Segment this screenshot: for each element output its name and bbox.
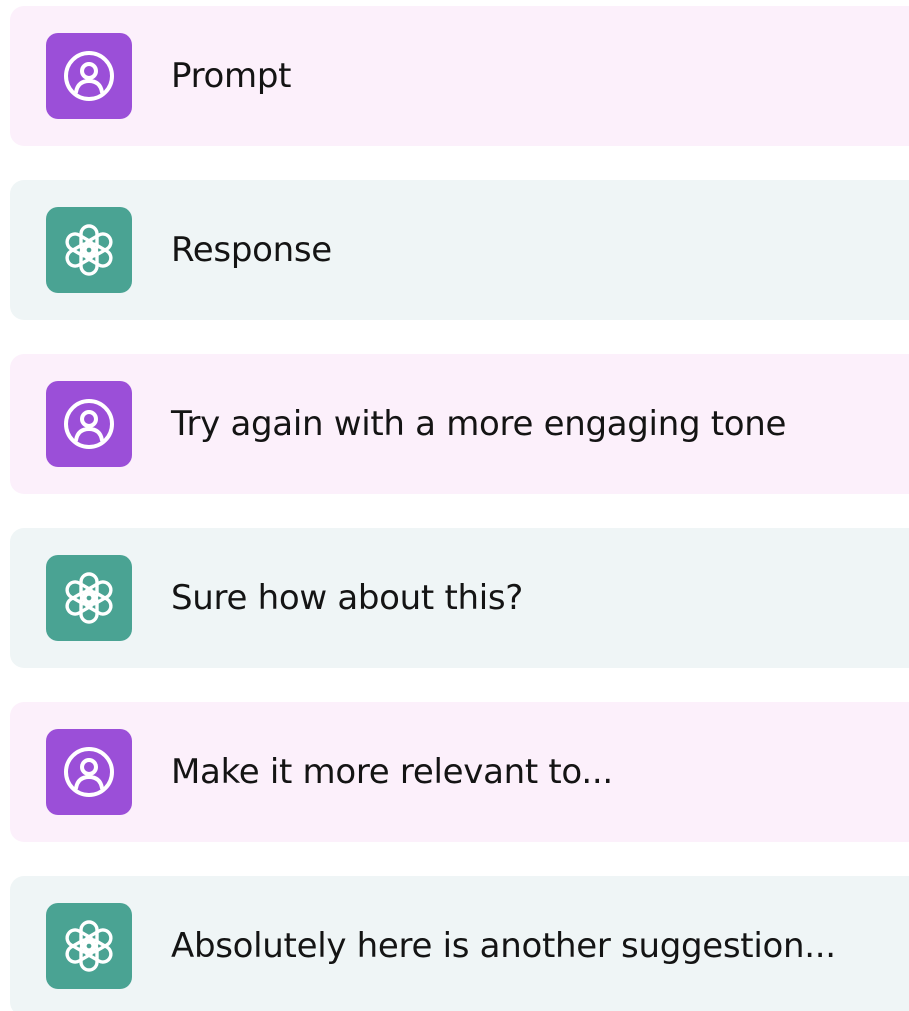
assistant-avatar [46, 903, 132, 989]
assistant-avatar [46, 207, 132, 293]
message-row-assistant: Response [10, 180, 909, 320]
assistant-avatar [46, 555, 132, 641]
message-row-assistant: Absolutely here is another suggestion... [10, 876, 909, 1011]
message-text: Try again with a more engaging tone [171, 404, 787, 444]
chat-transcript: Prompt Response Try again with a more en… [0, 0, 909, 1011]
message-text: Response [171, 230, 332, 270]
message-row-user: Make it more relevant to... [10, 702, 909, 842]
message-row-user: Prompt [10, 6, 909, 146]
message-row-assistant: Sure how about this? [10, 528, 909, 668]
user-icon [64, 747, 114, 797]
message-text: Sure how about this? [171, 578, 524, 618]
openai-logo-icon [65, 920, 113, 972]
user-icon [64, 399, 114, 449]
user-avatar [46, 33, 132, 119]
openai-logo-icon [65, 224, 113, 276]
user-avatar [46, 729, 132, 815]
message-text: Absolutely here is another suggestion... [171, 926, 836, 966]
message-text: Prompt [171, 56, 292, 96]
message-text: Make it more relevant to... [171, 752, 613, 792]
user-avatar [46, 381, 132, 467]
user-icon [64, 51, 114, 101]
openai-logo-icon [65, 572, 113, 624]
message-row-user: Try again with a more engaging tone [10, 354, 909, 494]
